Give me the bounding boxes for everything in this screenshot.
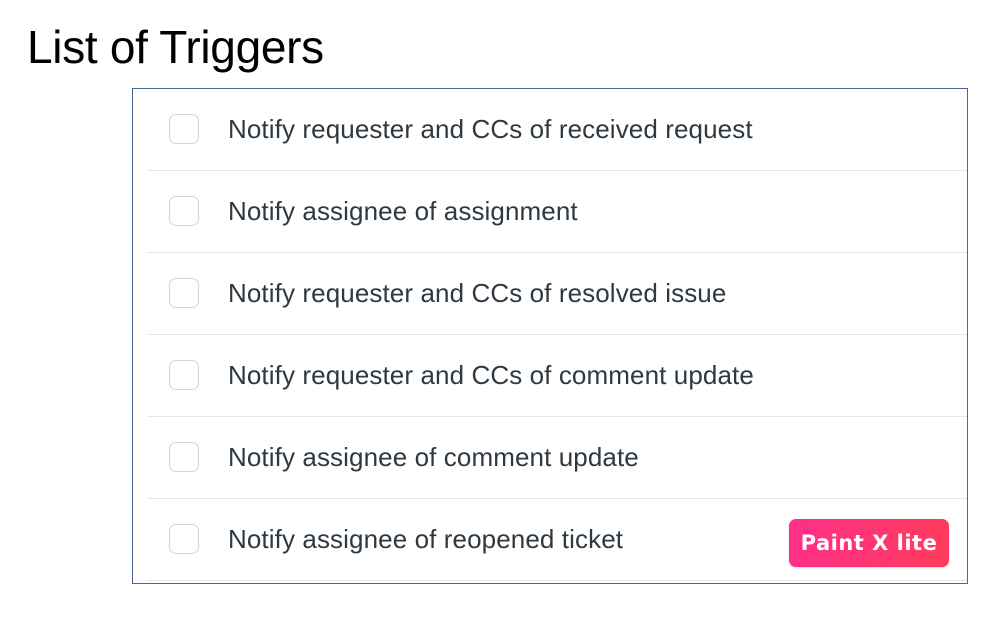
trigger-label: Notify requester and CCs of received req… — [228, 113, 753, 144]
trigger-label: Notify requester and CCs of comment upda… — [228, 359, 754, 390]
trigger-checkbox[interactable] — [169, 113, 199, 144]
trigger-row[interactable]: Notify requester and CCs of received req… — [147, 89, 967, 171]
trigger-label: Notify assignee of comment update — [228, 441, 639, 472]
trigger-checkbox[interactable] — [169, 441, 199, 472]
trigger-checkbox[interactable] — [169, 523, 199, 554]
trigger-row[interactable]: Notify requester and CCs of comment upda… — [147, 335, 967, 417]
trigger-checkbox[interactable] — [169, 195, 199, 226]
trigger-row[interactable]: Notify requester and CCs of resolved iss… — [147, 253, 967, 335]
trigger-label: Notify assignee of reopened ticket — [228, 523, 624, 554]
page-title: List of Triggers — [27, 21, 324, 73]
trigger-label: Notify assignee of assignment — [228, 195, 578, 226]
trigger-row[interactable]: Notify assignee of comment update — [147, 417, 967, 499]
trigger-row[interactable]: Notify assignee of assignment — [147, 171, 967, 253]
triggers-list: Notify requester and CCs of received req… — [132, 88, 968, 584]
trigger-checkbox[interactable] — [169, 359, 199, 390]
paint-x-lite-watermark: Paint X lite — [789, 519, 949, 567]
trigger-label: Notify requester and CCs of resolved iss… — [228, 277, 727, 308]
trigger-checkbox[interactable] — [169, 277, 199, 308]
